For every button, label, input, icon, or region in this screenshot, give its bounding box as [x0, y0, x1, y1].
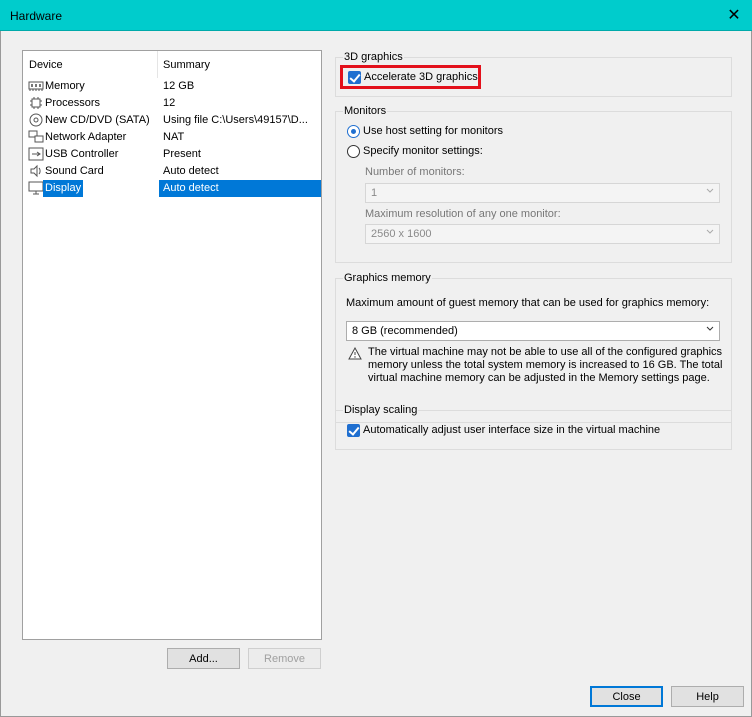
warning-text-line: virtual machine memory can be adjusted i…: [368, 372, 710, 384]
title-bar: Hardware ✕: [0, 0, 752, 31]
specify-monitors-label[interactable]: Specify monitor settings:: [363, 145, 483, 157]
group-display-scaling: Display scaling Automatically adjust use…: [335, 404, 732, 450]
select-value: 2560 x 1600: [371, 228, 432, 240]
column-header-device[interactable]: Device: [29, 59, 63, 71]
close-window-icon[interactable]: ✕: [724, 5, 744, 25]
device-list-header: Device Summary: [23, 51, 321, 78]
memory-icon: [28, 79, 44, 93]
device-row-network-adapter[interactable]: Network Adapter NAT: [23, 129, 321, 146]
display-icon: [28, 181, 44, 195]
device-summary: Auto detect: [163, 182, 219, 194]
number-of-monitors-label: Number of monitors:: [365, 166, 465, 178]
device-name: USB Controller: [45, 148, 119, 160]
device-row-usb-controller[interactable]: USB Controller Present: [23, 146, 321, 163]
device-summary: 12 GB: [163, 80, 195, 92]
specify-monitors-radio[interactable]: [347, 145, 360, 158]
device-summary: NAT: [163, 131, 185, 143]
network-icon: [28, 130, 44, 144]
chevron-down-icon: [706, 229, 714, 234]
number-of-monitors-select[interactable]: 1: [365, 183, 720, 203]
device-name: Network Adapter: [45, 131, 127, 143]
use-host-monitors-label[interactable]: Use host setting for monitors: [363, 125, 503, 137]
group-legend: 3D graphics: [343, 51, 404, 63]
column-header-summary[interactable]: Summary: [163, 59, 210, 71]
sound-icon: [28, 164, 44, 178]
group-monitors: Monitors Use host setting for monitors S…: [335, 105, 732, 263]
auto-scaling-checkbox[interactable]: [347, 424, 360, 437]
device-row-sound-card[interactable]: Sound Card Auto detect: [23, 163, 321, 180]
help-button[interactable]: Help: [671, 686, 744, 707]
group-legend: Monitors: [343, 105, 388, 117]
dialog-body: Device Summary Memory 12 GB Processors 1…: [0, 31, 752, 717]
device-name: Memory: [45, 80, 85, 92]
device-name: Sound Card: [45, 165, 104, 177]
device-row-cd-dvd[interactable]: New CD/DVD (SATA) Using file C:\Users\49…: [23, 112, 321, 129]
group-legend: Display scaling: [343, 404, 419, 416]
remove-button[interactable]: Remove: [248, 648, 321, 669]
select-value: 1: [371, 187, 378, 199]
max-resolution-select[interactable]: 2560 x 1600: [365, 224, 720, 244]
column-separator[interactable]: [157, 51, 158, 78]
close-button[interactable]: Close: [590, 686, 663, 707]
device-summary: Auto detect: [163, 165, 219, 177]
cd-dvd-icon: [28, 113, 44, 127]
accelerate-3d-label[interactable]: Accelerate 3D graphics: [364, 71, 478, 83]
group-graphics-memory: Graphics memory Maximum amount of guest …: [335, 272, 732, 423]
device-row-processors[interactable]: Processors 12: [23, 95, 321, 112]
group-legend: Graphics memory: [343, 272, 432, 284]
add-button[interactable]: Add...: [167, 648, 240, 669]
window-title: Hardware: [10, 9, 63, 23]
usb-icon: [28, 147, 44, 161]
warning-icon: [348, 346, 362, 360]
auto-scaling-label[interactable]: Automatically adjust user interface size…: [363, 424, 660, 436]
device-name: Processors: [45, 97, 101, 109]
chevron-down-icon: [706, 326, 714, 331]
device-name: New CD/DVD (SATA): [45, 114, 150, 126]
use-host-monitors-radio[interactable]: [347, 125, 360, 138]
device-summary: Using file C:\Users\49157\D...: [163, 114, 308, 126]
graphics-memory-select[interactable]: 8 GB (recommended): [346, 321, 720, 341]
device-name: Display: [43, 180, 84, 197]
device-list[interactable]: Device Summary Memory 12 GB Processors 1…: [22, 50, 322, 640]
accelerate-3d-checkbox[interactable]: [348, 71, 361, 84]
device-summary: 12: [163, 97, 176, 109]
warning-text-line: memory unless the total system memory is…: [368, 359, 723, 371]
processor-icon: [28, 96, 44, 110]
select-value: 8 GB (recommended): [352, 325, 458, 337]
graphics-memory-description: Maximum amount of guest memory that can …: [346, 297, 710, 309]
warning-text-line: The virtual machine may not be able to u…: [368, 346, 723, 358]
device-summary: Present: [163, 148, 201, 160]
chevron-down-icon: [706, 188, 714, 193]
max-resolution-label: Maximum resolution of any one monitor:: [365, 208, 561, 220]
device-row-memory[interactable]: Memory 12 GB: [23, 78, 321, 95]
group-3d-graphics: 3D graphics Accelerate 3D graphics: [335, 51, 732, 97]
device-row-display[interactable]: Display Auto detect: [23, 180, 321, 197]
